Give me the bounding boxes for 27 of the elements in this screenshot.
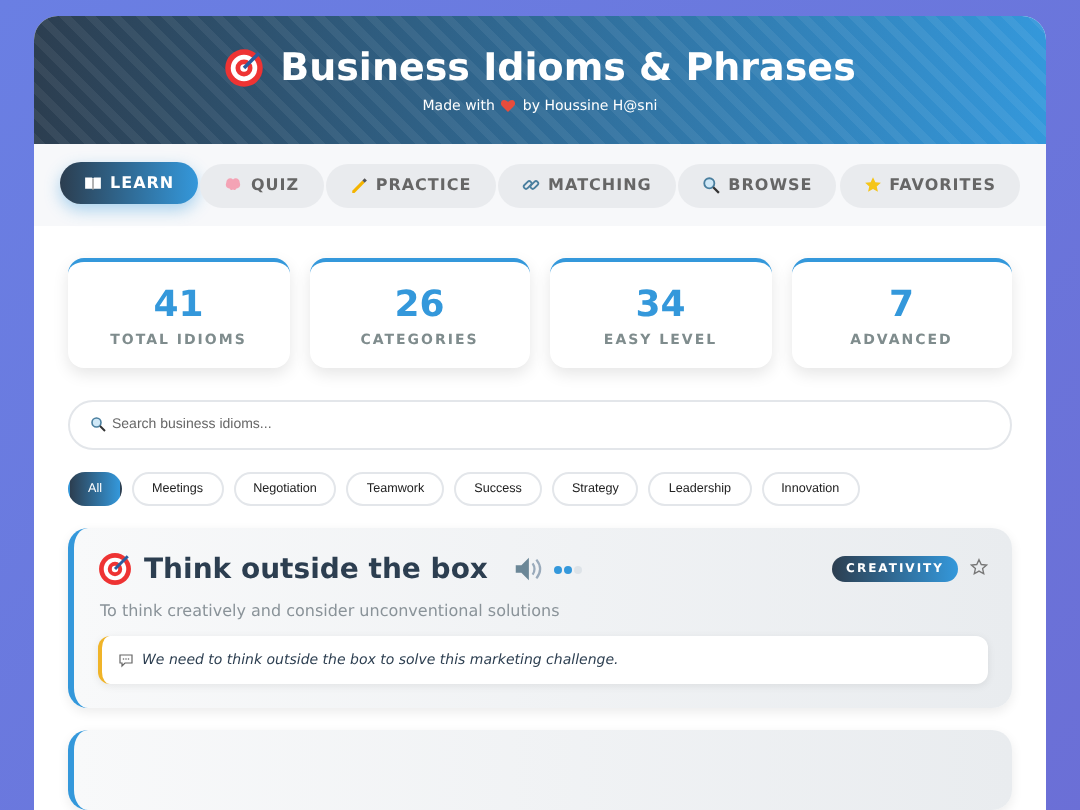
- stat-value: 7: [888, 283, 915, 325]
- nav-tab[interactable]: FAVORITES: [839, 163, 1020, 208]
- brain-icon: [224, 176, 243, 195]
- writing-hand-icon: [349, 176, 368, 195]
- idiom-meaning: To think creatively and consider unconventional solutions: [100, 602, 562, 620]
- heart-icon: [500, 98, 517, 115]
- speaker-icon[interactable]: [511, 554, 542, 584]
- nav-tab[interactable]: LEARN: [60, 162, 199, 205]
- nav-tab[interactable]: QUIZ: [200, 163, 324, 208]
- search-icon: [702, 176, 721, 195]
- search-icon: [90, 416, 106, 432]
- speech-bubble-icon: [118, 652, 134, 668]
- star-icon: [863, 176, 882, 195]
- link-icon: [522, 176, 541, 195]
- book-icon: [84, 174, 102, 193]
- stat-value: 26: [394, 283, 445, 325]
- stat-value: 34: [635, 283, 686, 325]
- nav-tab[interactable]: PRACTICE: [325, 163, 496, 208]
- target-icon: [98, 552, 132, 586]
- idiom-phrase: Think outside the box: [144, 553, 488, 585]
- favorite-star-icon[interactable]: [970, 557, 988, 581]
- star-icon: [970, 557, 988, 575]
- stat-value: 41: [153, 283, 204, 325]
- nav-tab[interactable]: MATCHING: [498, 163, 676, 208]
- app-title: Business Idioms & Phrases: [280, 46, 856, 91]
- nav-tab[interactable]: BROWSE: [678, 163, 837, 208]
- target-icon: [224, 48, 265, 89]
